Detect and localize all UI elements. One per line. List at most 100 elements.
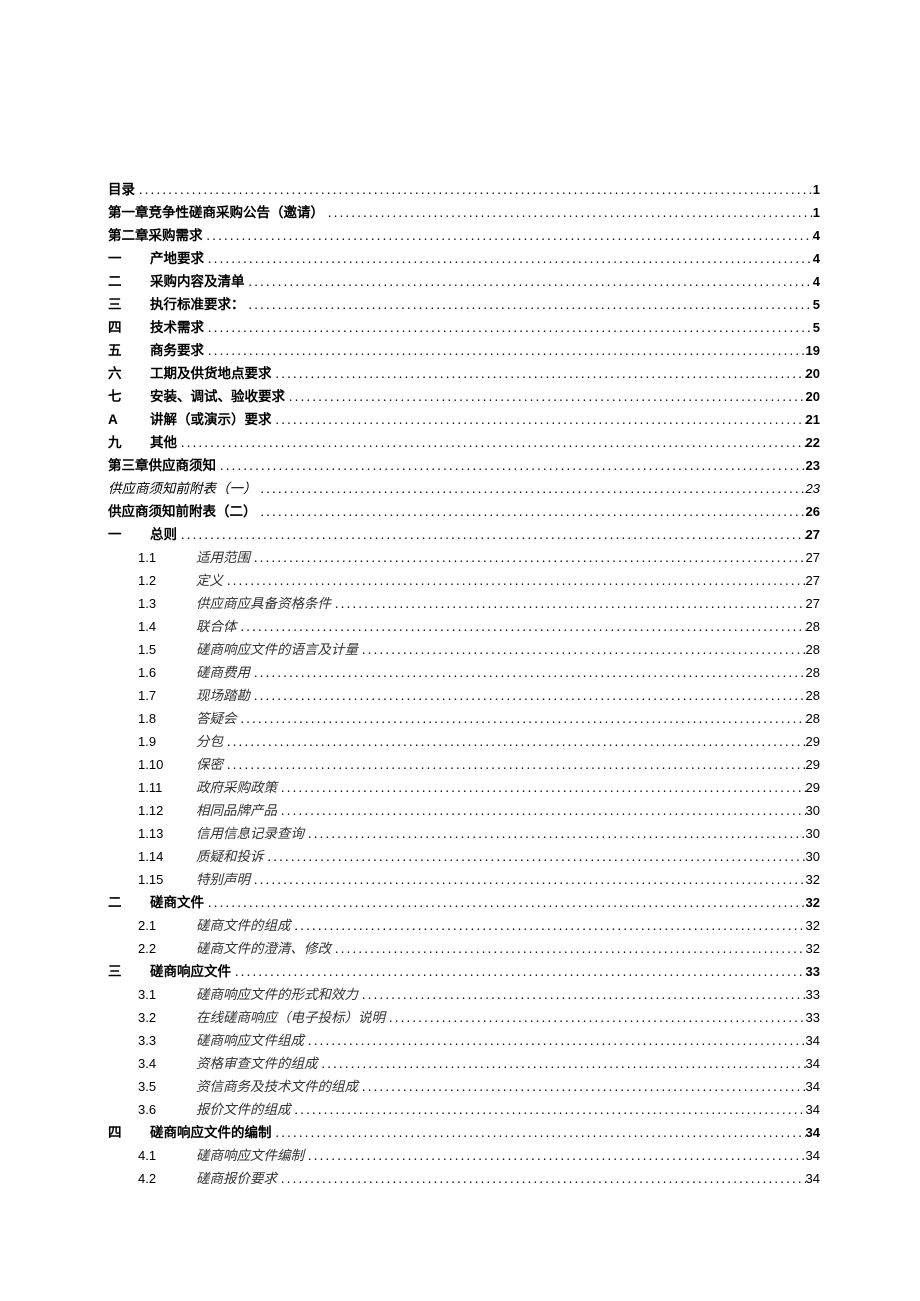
toc-title: 第三章供应商须知 bbox=[108, 454, 216, 477]
toc-leader-dots bbox=[177, 431, 806, 454]
toc-title: 特别声明 bbox=[196, 868, 250, 891]
toc-page-number: 32 bbox=[806, 891, 820, 914]
toc-page-number: 20 bbox=[806, 362, 820, 385]
toc-subsection-number: 3.5 bbox=[138, 1075, 196, 1098]
toc-section-number: 二 bbox=[108, 270, 150, 293]
toc-page-number: 27 bbox=[806, 569, 820, 592]
toc-section-number: 九 bbox=[108, 431, 150, 454]
toc-leader-dots bbox=[245, 270, 813, 293]
toc-subsection-number: 3.2 bbox=[138, 1006, 196, 1029]
toc-leader-dots bbox=[272, 362, 806, 385]
toc-subsection-number: 3.4 bbox=[138, 1052, 196, 1075]
toc-title: 磋商响应文件的形式和效力 bbox=[196, 983, 358, 1006]
toc-section-number: 一 bbox=[108, 247, 150, 270]
toc-subsection-number: 1.11 bbox=[138, 776, 196, 799]
toc-page-number: 4 bbox=[813, 270, 820, 293]
toc-entry: 二磋商文件 32 bbox=[108, 891, 820, 914]
toc-subsection-number: 3.6 bbox=[138, 1098, 196, 1121]
toc-page-number: 28 bbox=[806, 638, 820, 661]
toc-title: 磋商响应文件的语言及计量 bbox=[196, 638, 358, 661]
toc-page-number: 34 bbox=[806, 1029, 820, 1052]
toc-page-number: 26 bbox=[806, 500, 820, 523]
toc-entry: 第一章竞争性磋商采购公告（邀请）1 bbox=[108, 201, 820, 224]
toc-title: 技术需求 bbox=[150, 316, 204, 339]
toc-page-number: 33 bbox=[806, 960, 820, 983]
toc-page-number: 29 bbox=[806, 776, 820, 799]
toc-title: 讲解（或演示）要求 bbox=[150, 408, 272, 431]
toc-entry: 3.5资信商务及技术文件的组成34 bbox=[108, 1075, 820, 1098]
toc-entry: 3.4资格审查文件的组成34 bbox=[108, 1052, 820, 1075]
toc-leader-dots bbox=[231, 960, 806, 983]
toc-entry: 四技术需求 5 bbox=[108, 316, 820, 339]
toc-page-number: 23 bbox=[806, 477, 820, 500]
toc-title: 磋商响应文件组成 bbox=[196, 1029, 304, 1052]
toc-page-number: 29 bbox=[806, 730, 820, 753]
toc-title: 磋商响应文件的编制 bbox=[150, 1121, 272, 1144]
toc-section-number: 六 bbox=[108, 362, 150, 385]
toc-page-number: 20 bbox=[806, 385, 820, 408]
toc-leader-dots bbox=[358, 1075, 806, 1098]
toc-leader-dots bbox=[277, 799, 806, 822]
toc-title: 供应商须知前附表（一） bbox=[108, 477, 257, 500]
toc-leader-dots bbox=[223, 730, 806, 753]
toc-entry: 第三章供应商须知23 bbox=[108, 454, 820, 477]
toc-leader-dots bbox=[304, 1144, 806, 1167]
toc-page-number: 1 bbox=[813, 178, 820, 201]
toc-page-number: 4 bbox=[813, 224, 820, 247]
toc-subsection-number: 1.10 bbox=[138, 753, 196, 776]
toc-leader-dots bbox=[250, 546, 806, 569]
toc-leader-dots bbox=[385, 1006, 806, 1029]
toc-page-number: 29 bbox=[806, 753, 820, 776]
toc-title: 在线磋商响应（电子投标）说明 bbox=[196, 1006, 385, 1029]
toc-leader-dots bbox=[250, 661, 806, 684]
toc-entry: 1.12相同品牌产品30 bbox=[108, 799, 820, 822]
toc-title: 安装、调试、验收要求 bbox=[150, 385, 285, 408]
toc-section-number: 五 bbox=[108, 339, 150, 362]
toc-subsection-number: 4.1 bbox=[138, 1144, 196, 1167]
toc-entry: 供应商须知前附表（一） 23 bbox=[108, 477, 820, 500]
toc-title: 保密 bbox=[196, 753, 223, 776]
toc-section-number: 二 bbox=[108, 891, 150, 914]
toc-title: 定义 bbox=[196, 569, 223, 592]
toc-entry: 1.6磋商费用28 bbox=[108, 661, 820, 684]
toc-title: 采购内容及清单 bbox=[150, 270, 245, 293]
toc-page-number: 27 bbox=[806, 592, 820, 615]
toc-leader-dots bbox=[304, 822, 806, 845]
toc-section-number: 三 bbox=[108, 293, 150, 316]
toc-page-number: 34 bbox=[806, 1144, 820, 1167]
toc-entry: 1.3供应商应具备资格条件27 bbox=[108, 592, 820, 615]
toc-leader-dots bbox=[216, 454, 806, 477]
toc-leader-dots bbox=[250, 684, 806, 707]
toc-page-number: 30 bbox=[806, 822, 820, 845]
toc-page-number: 33 bbox=[806, 983, 820, 1006]
toc-section-number: 四 bbox=[108, 1121, 150, 1144]
toc-subsection-number: 1.13 bbox=[138, 822, 196, 845]
toc-leader-dots bbox=[223, 753, 806, 776]
toc-entry: 1.9分包29 bbox=[108, 730, 820, 753]
toc-leader-dots bbox=[257, 500, 806, 523]
toc-entry: 二采购内容及清单 4 bbox=[108, 270, 820, 293]
toc-entry: 一总则 27 bbox=[108, 523, 820, 546]
toc-entry: 1.5磋商响应文件的语言及计量28 bbox=[108, 638, 820, 661]
toc-entry: 第二章采购需求4 bbox=[108, 224, 820, 247]
toc-subsection-number: 1.4 bbox=[138, 615, 196, 638]
toc-subsection-number: 1.8 bbox=[138, 707, 196, 730]
toc-leader-dots bbox=[250, 868, 806, 891]
toc-leader-dots bbox=[285, 385, 806, 408]
toc-title: 磋商文件 bbox=[150, 891, 204, 914]
toc-leader-dots bbox=[272, 408, 806, 431]
toc-section-number: 四 bbox=[108, 316, 150, 339]
toc-leader-dots bbox=[257, 477, 806, 500]
toc-title: 总则 bbox=[150, 523, 177, 546]
toc-leader-dots bbox=[237, 707, 806, 730]
toc-subsection-number: 1.6 bbox=[138, 661, 196, 684]
toc-leader-dots bbox=[304, 1029, 806, 1052]
toc-page-number: 28 bbox=[806, 661, 820, 684]
toc-leader-dots bbox=[324, 201, 813, 224]
toc-leader-dots bbox=[331, 592, 806, 615]
toc-page-number: 34 bbox=[806, 1167, 820, 1190]
toc-title: 工期及供货地点要求 bbox=[150, 362, 272, 385]
toc-page-number: 22 bbox=[806, 431, 820, 454]
toc-subsection-number: 3.3 bbox=[138, 1029, 196, 1052]
toc-entry: 1.4联合体28 bbox=[108, 615, 820, 638]
